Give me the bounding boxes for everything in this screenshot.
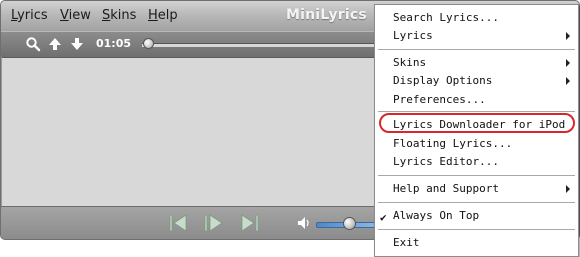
menu-lyrics[interactable]: Lyrics xyxy=(11,8,48,23)
next-icon[interactable] xyxy=(239,212,261,234)
elapsed-time: 01:05 xyxy=(96,37,132,50)
menu-separator xyxy=(378,229,575,231)
progress-track[interactable] xyxy=(142,43,382,47)
context-menu: Search Lyrics... Lyrics Skins Display Op… xyxy=(374,4,579,257)
menu-separator xyxy=(378,49,575,51)
menu-item-lyrics-downloader-ipod[interactable]: Lyrics Downloader for iPod xyxy=(393,118,565,132)
app-title: MiniLyrics xyxy=(286,7,367,23)
menu-help[interactable]: Help xyxy=(148,8,178,23)
menu-item-display-options[interactable]: Display Options xyxy=(393,74,492,88)
menu-separator xyxy=(378,175,575,177)
volume-icon[interactable] xyxy=(297,216,313,230)
arrow-down-icon[interactable] xyxy=(69,36,85,52)
submenu-arrow-icon xyxy=(566,32,570,40)
arrow-up-icon[interactable] xyxy=(47,36,63,52)
submenu-arrow-icon xyxy=(566,185,570,193)
menu-item-always-on-top[interactable]: Always On Top xyxy=(393,209,479,223)
menu-item-lyrics-editor[interactable]: Lyrics Editor... xyxy=(393,155,499,169)
submenu-arrow-icon xyxy=(566,59,570,67)
previous-icon[interactable] xyxy=(167,212,189,234)
menu-view[interactable]: View xyxy=(60,8,91,23)
volume-thumb[interactable] xyxy=(343,217,356,230)
progress-thumb[interactable] xyxy=(143,38,154,49)
menu-item-floating-lyrics[interactable]: Floating Lyrics... xyxy=(393,137,512,151)
menu-separator xyxy=(378,202,575,204)
search-icon[interactable] xyxy=(25,36,41,52)
menu-item-skins[interactable]: Skins xyxy=(393,56,426,70)
menu-item-search-lyrics[interactable]: Search Lyrics... xyxy=(393,11,499,25)
play-icon[interactable] xyxy=(202,212,224,234)
menu-item-lyrics[interactable]: Lyrics xyxy=(393,29,433,43)
menu-item-exit[interactable]: Exit xyxy=(393,236,420,250)
submenu-arrow-icon xyxy=(566,77,570,85)
menu-item-help-and-support[interactable]: Help and Support xyxy=(393,182,499,196)
menu-skins[interactable]: Skins xyxy=(102,8,136,23)
menu-item-preferences[interactable]: Preferences... xyxy=(393,93,486,107)
checkmark-icon: ✔ xyxy=(380,211,387,224)
